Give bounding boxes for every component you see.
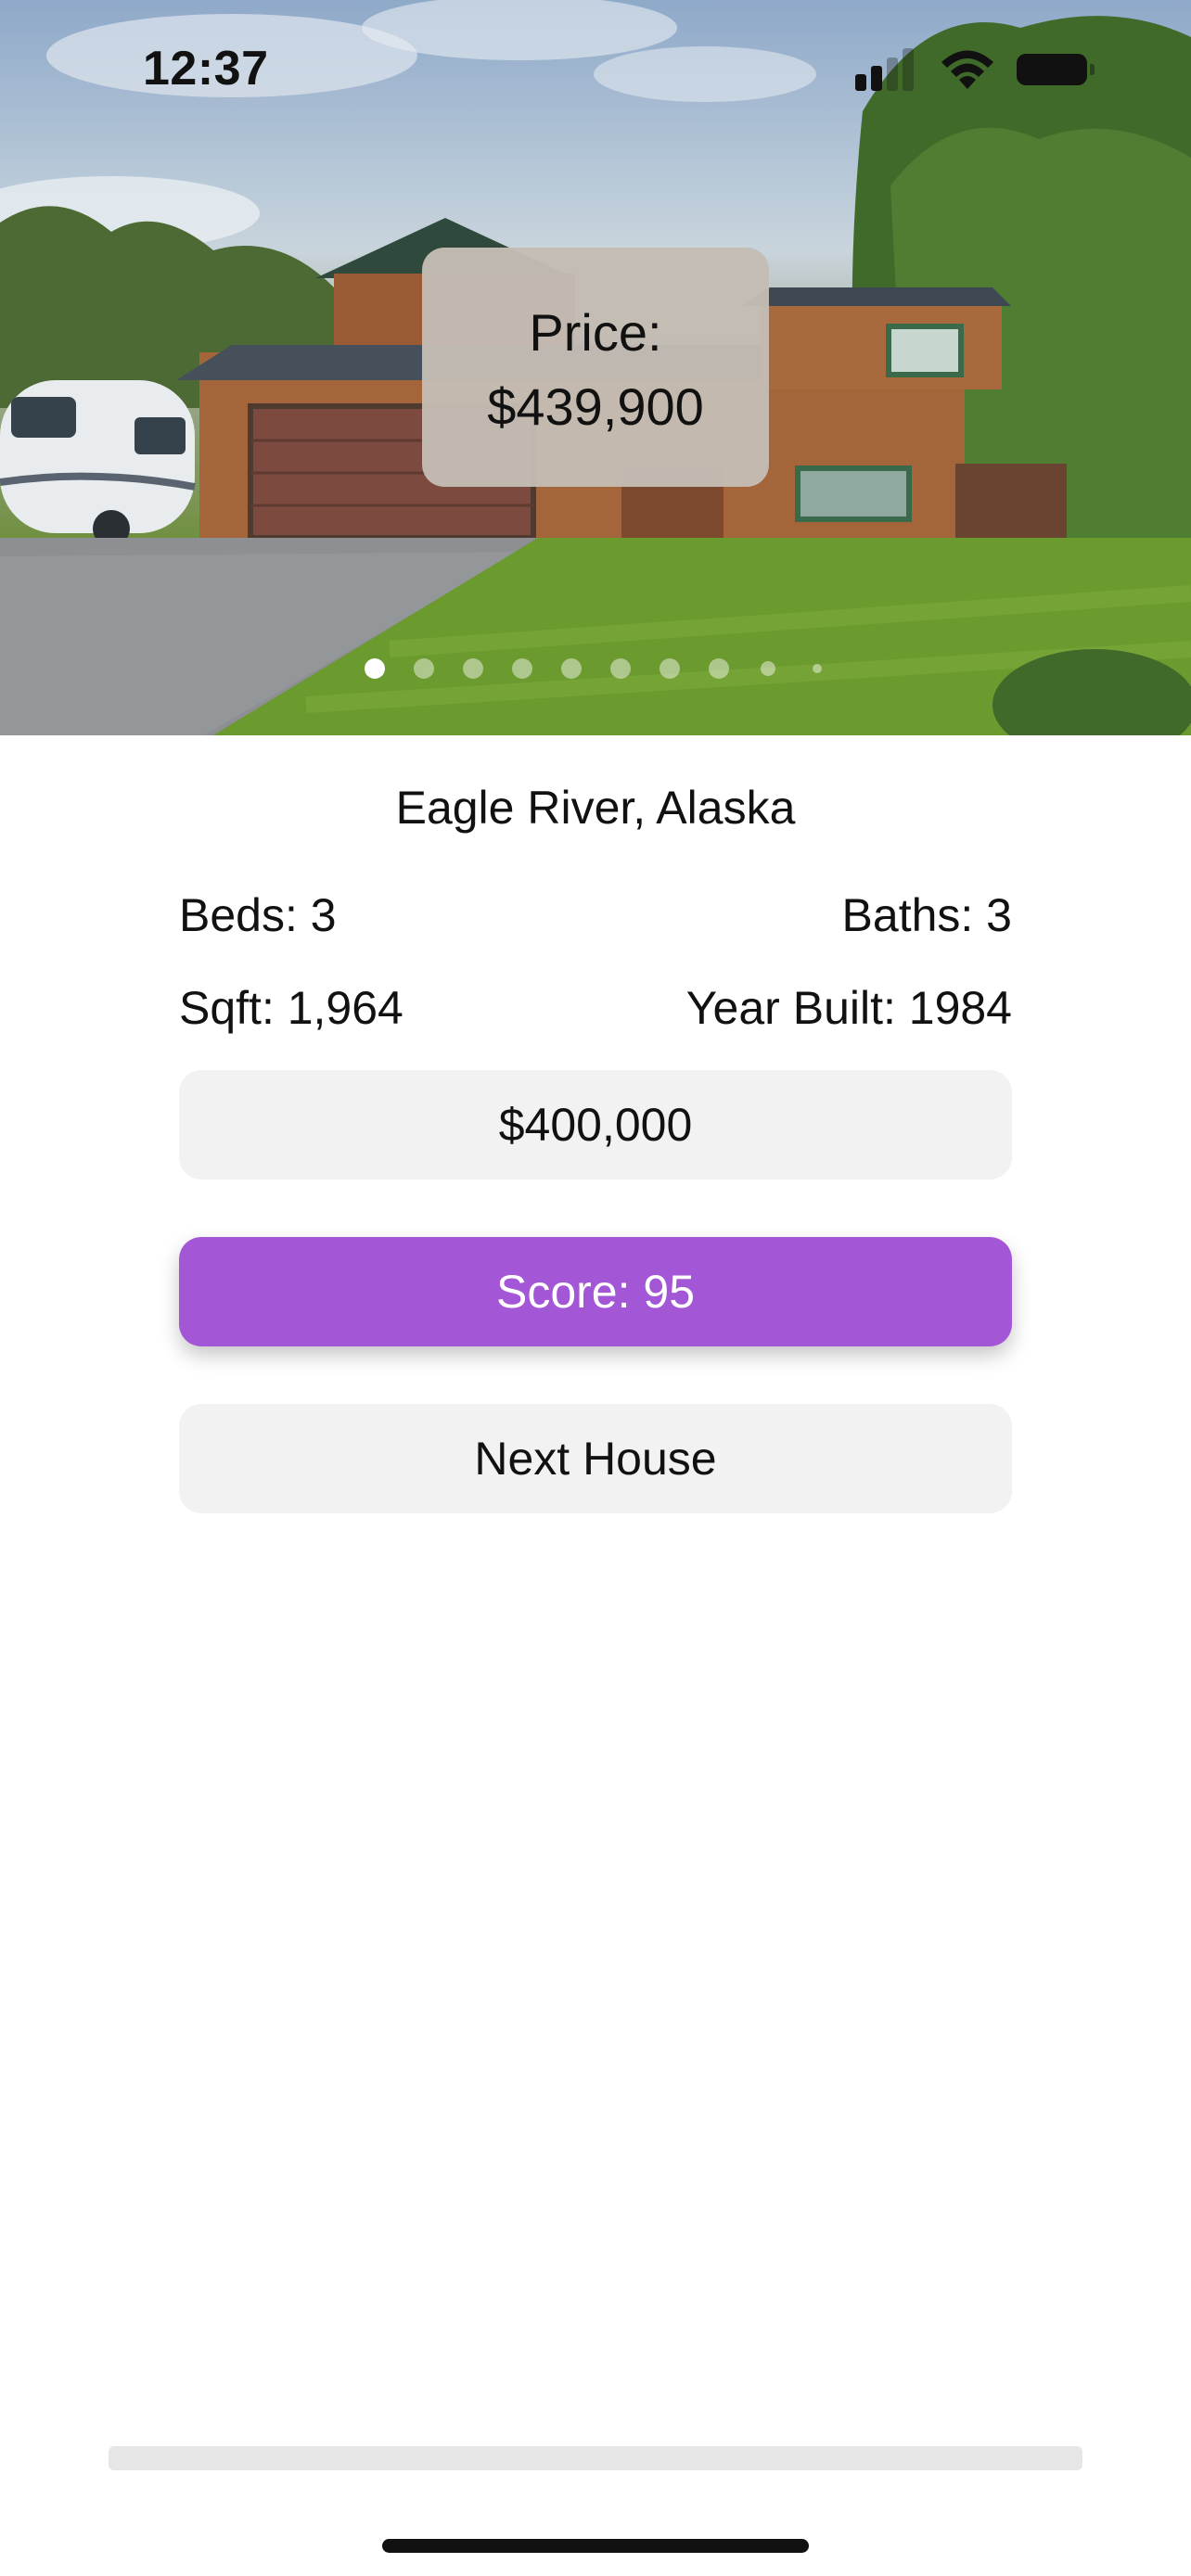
price-guess-field[interactable]: $400,000 <box>179 1070 1012 1180</box>
signal-bar <box>871 66 882 91</box>
score-button[interactable]: Score: 95 <box>179 1237 1012 1346</box>
next-house-button[interactable]: Next House <box>179 1404 1012 1513</box>
signal-bar <box>903 48 914 91</box>
pager-dot[interactable] <box>561 658 582 679</box>
progress-bar <box>109 2446 1082 2470</box>
pager-dot[interactable] <box>512 658 532 679</box>
signal-bar <box>855 74 866 91</box>
signal-icon <box>855 48 920 91</box>
pager-dot[interactable] <box>660 658 680 679</box>
year-built-label: Year Built: 1984 <box>685 982 1012 1034</box>
wifi-icon <box>939 46 996 91</box>
status-bar: 12:37 <box>0 0 1191 139</box>
pager-dot[interactable] <box>414 658 434 679</box>
beds-label: Beds: 3 <box>179 889 337 941</box>
pager-dot[interactable] <box>610 658 631 679</box>
pager-dot[interactable] <box>761 661 775 676</box>
signal-bar <box>887 57 898 91</box>
price-value: $439,900 <box>487 377 704 436</box>
status-time: 12:37 <box>143 42 269 96</box>
home-indicator[interactable] <box>382 2539 809 2553</box>
pager-dot[interactable] <box>813 664 822 673</box>
pager-dot[interactable] <box>463 658 483 679</box>
location-label: Eagle River, Alaska <box>395 782 796 834</box>
pager-dot[interactable] <box>709 658 729 679</box>
price-label: Price: <box>529 303 662 362</box>
sqft-label: Sqft: 1,964 <box>179 982 403 1034</box>
price-card: Price: $439,900 <box>422 248 769 487</box>
photo-pager[interactable] <box>0 655 1191 682</box>
battery-icon <box>1017 54 1095 85</box>
baths-label: Baths: 3 <box>841 889 1012 941</box>
pager-dot[interactable] <box>365 658 385 679</box>
